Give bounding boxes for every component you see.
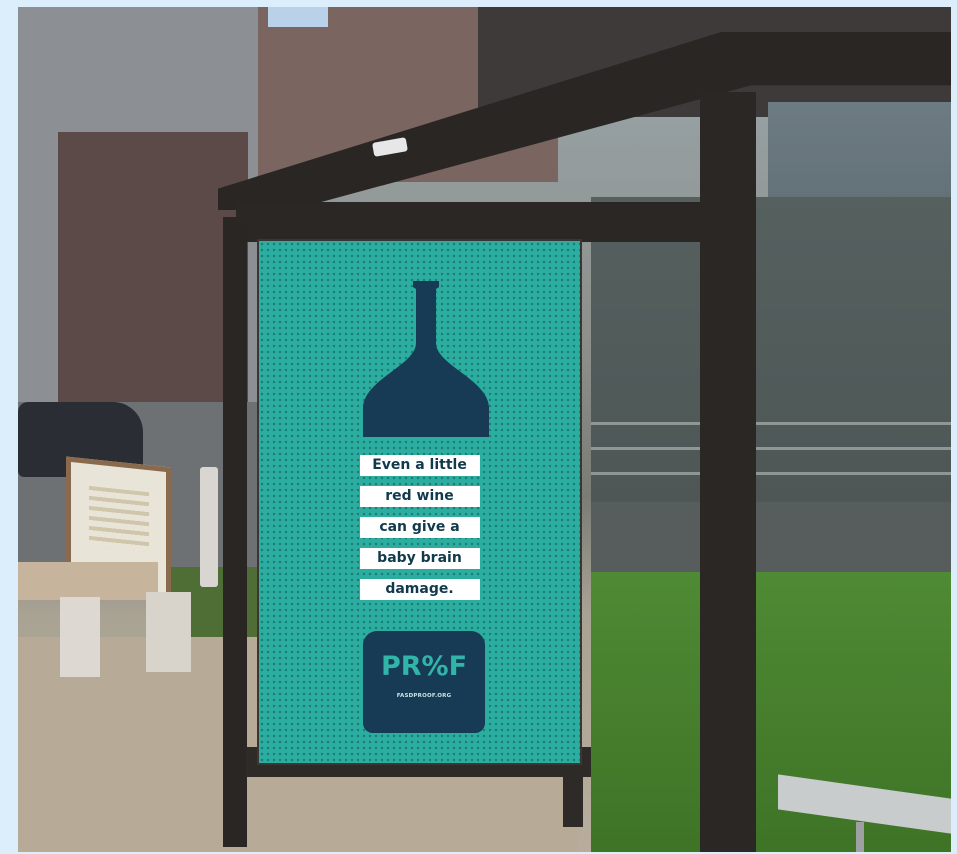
poster-leg (563, 767, 583, 827)
brand-url: FASDPROOF.ORG (396, 693, 452, 699)
brand-logo: PR%F (380, 651, 468, 682)
railing (591, 422, 951, 425)
shelter-bench-leg (856, 822, 864, 852)
headline-line: baby brain (359, 548, 480, 569)
street-behind-glass (591, 502, 951, 572)
headline-line: red wine (359, 486, 480, 507)
shelter-pillar-left (223, 217, 247, 847)
background-building-brown (58, 132, 248, 412)
railing (591, 472, 951, 475)
bench-leg (146, 592, 191, 672)
bottle-label: PR%F FASDPROOF.ORG (363, 631, 485, 733)
ad-poster: Even a little red wine can give a baby b… (259, 241, 580, 763)
headline-line: Even a little (359, 455, 480, 476)
headline-line: can give a (359, 517, 480, 538)
shelter-frame (236, 202, 706, 242)
headline-line: damage. (359, 579, 480, 600)
bollard-post (200, 467, 218, 587)
bench-seat (18, 562, 158, 600)
sky-patch (268, 7, 328, 27)
wine-bottle-icon (363, 281, 489, 437)
headline: Even a little red wine can give a baby b… (259, 455, 580, 600)
bus-shelter-photo: Even a little red wine can give a baby b… (18, 7, 951, 852)
bench-leg (60, 597, 100, 677)
railing (591, 447, 951, 450)
shelter-pillar-right (700, 92, 756, 852)
